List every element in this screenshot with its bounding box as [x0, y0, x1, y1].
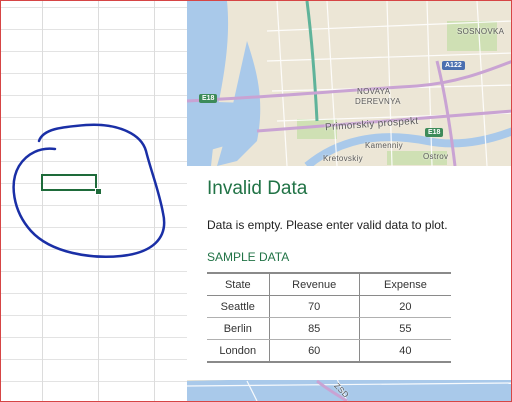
- table-row: Seattle 70 20: [207, 295, 451, 318]
- map-label-kretovskiy: Kretovskiy: [323, 154, 363, 163]
- table-row: London 60 40: [207, 339, 451, 362]
- invalid-data-card: Invalid Data Data is empty. Please enter…: [187, 166, 511, 380]
- road-shield-e18: E18: [199, 94, 218, 103]
- table-cell: London: [207, 339, 270, 362]
- table-cell: 40: [399, 344, 412, 357]
- fill-handle[interactable]: [95, 188, 102, 195]
- window-frame: SOSNOVKA NOVAYA DEREVNYA Primorskiy pros…: [0, 0, 512, 402]
- table-row: Berlin 85 55: [207, 317, 451, 340]
- map-label-kamenniy: Kamenniy: [365, 141, 403, 150]
- map-label-ostrov: Ostrov: [423, 152, 449, 161]
- table-cell: Berlin: [207, 317, 270, 340]
- table-cell: Seattle: [207, 295, 270, 318]
- map-label-novaya: NOVAYA: [357, 87, 391, 96]
- spreadsheet-grid[interactable]: [1, 1, 187, 401]
- card-title: Invalid Data: [207, 178, 308, 199]
- road-shield-a122: A122: [442, 61, 465, 70]
- sample-data-table: State Revenue Expense Seattle 70 20 Berl…: [207, 272, 451, 363]
- table-cell: 55: [359, 317, 451, 340]
- ink-annotation: [12, 123, 166, 258]
- map-label-derevnya: DEREVNYA: [355, 97, 401, 106]
- error-message: Data is empty. Please enter valid data t…: [207, 218, 448, 232]
- table-cell: 85: [269, 317, 360, 340]
- table-cell: 60: [269, 339, 360, 362]
- sample-data-heading: SAMPLE DATA: [207, 250, 290, 264]
- road-shield-e18-east: E18: [425, 128, 444, 137]
- table-header-row: State Revenue Expense: [207, 273, 451, 296]
- column-header-expense: Expense: [359, 273, 451, 296]
- selected-cell[interactable]: [41, 174, 97, 191]
- table-cell: 70: [269, 295, 360, 318]
- column-header-state: State: [207, 273, 270, 296]
- column-header-revenue: Revenue: [269, 273, 360, 296]
- table-cell: 20: [359, 295, 451, 318]
- map-label-sosnovka: SOSNOVKA: [457, 27, 505, 36]
